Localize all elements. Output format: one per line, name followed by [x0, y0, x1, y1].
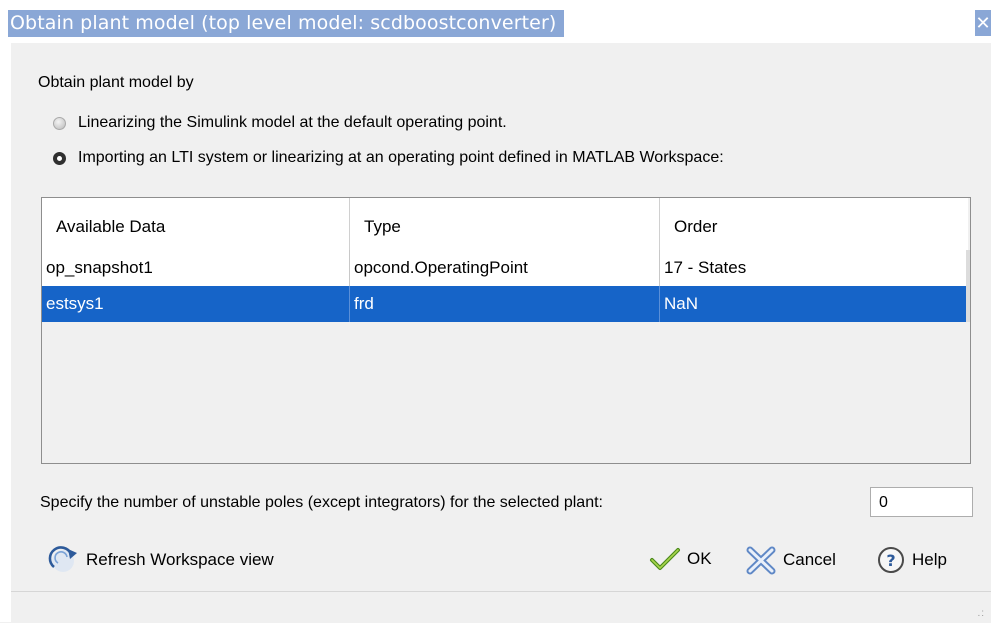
cell-name: op_snapshot1 [42, 250, 350, 286]
cancel-x-icon [746, 546, 776, 575]
cell-type: opcond.OperatingPoint [350, 250, 660, 286]
unstable-poles-label: Specify the number of unstable poles (ex… [40, 494, 603, 511]
cancel-button[interactable]: Cancel [745, 545, 836, 575]
option-label: Importing an LTI system or linearizing a… [78, 149, 724, 166]
radio-selected[interactable] [53, 151, 66, 165]
cell-type: frd [350, 286, 660, 322]
cell-order: 17 - States [664, 258, 747, 277]
refresh-label: Refresh Workspace view [86, 550, 274, 569]
ok-label: OK [687, 549, 712, 568]
table-scrollbar[interactable] [966, 250, 970, 322]
column-header-type[interactable]: Type [350, 198, 660, 250]
help-label: Help [912, 550, 947, 569]
radio-unselected[interactable] [53, 116, 66, 130]
table-header: Available Data Type Order [42, 198, 968, 251]
window-title: Obtain plant model (top level model: scd… [8, 10, 565, 37]
table-row[interactable]: op_snapshot1 opcond.OperatingPoint 17 - … [42, 250, 968, 287]
workspace-data-table[interactable]: Available Data Type Order op_snapshot1 o… [41, 197, 971, 464]
status-bar: .: [11, 591, 991, 623]
cell-order: NaN [664, 294, 699, 313]
column-header-available-data[interactable]: Available Data [42, 198, 350, 250]
table-row-selected[interactable]: estsys1 frd NaN [42, 286, 968, 322]
cell-name: estsys1 [42, 286, 350, 322]
help-button[interactable]: ? Help [876, 545, 947, 575]
option-import-lti[interactable]: Importing an LTI system or linearizing a… [53, 149, 724, 167]
cancel-label: Cancel [783, 550, 836, 569]
checkmark-icon [650, 548, 680, 570]
unstable-poles-input[interactable]: 0 [870, 487, 973, 517]
close-icon[interactable]: ✕ [975, 10, 991, 36]
refresh-icon [48, 546, 77, 572]
svg-text:?: ? [886, 551, 895, 570]
option-linearize-default[interactable]: Linearizing the Simulink model at the de… [53, 114, 507, 132]
ok-button[interactable]: OK [649, 545, 712, 573]
help-question-icon: ? [878, 547, 904, 573]
refresh-workspace-button[interactable]: Refresh Workspace view [46, 545, 274, 575]
option-label: Linearizing the Simulink model at the de… [78, 114, 507, 131]
column-header-order[interactable]: Order [660, 198, 968, 250]
resize-grip-icon[interactable]: .: [977, 608, 985, 619]
prompt-label: Obtain plant model by [38, 74, 194, 91]
window-left-edge [0, 43, 11, 622]
title-bar: Obtain plant model (top level model: scd… [0, 0, 991, 43]
